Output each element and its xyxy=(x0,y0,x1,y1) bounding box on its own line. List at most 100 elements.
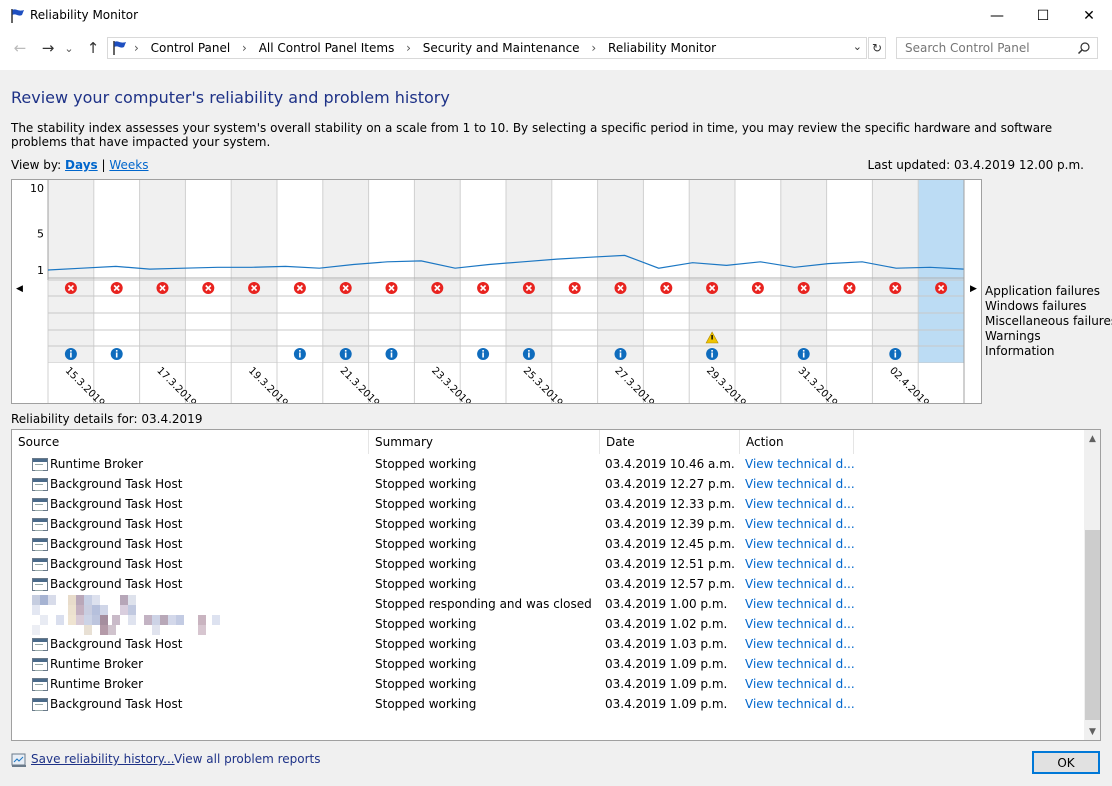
table-row[interactable]: Background Task Host Stopped working 03.4.… xyxy=(12,474,1084,494)
day-column[interactable] xyxy=(643,180,690,363)
table-row[interactable]: Background Task Host Stopped working 03.4.… xyxy=(12,534,1084,554)
refresh-button[interactable]: ↻ xyxy=(868,37,886,59)
day-column[interactable] xyxy=(506,180,552,363)
breadcrumb-reliability-monitor[interactable]: Reliability Monitor xyxy=(608,41,716,55)
scroll-thumb[interactable] xyxy=(1085,530,1100,720)
maximize-button[interactable]: ☐ xyxy=(1020,0,1066,32)
day-column[interactable] xyxy=(93,180,140,363)
view-technical-details-link[interactable]: View technical d... xyxy=(745,534,855,554)
day-column[interactable] xyxy=(780,180,827,363)
row-date: 03.4.2019 1.09 p.m. xyxy=(605,657,728,671)
chart-scroll-right-button[interactable]: ▶ xyxy=(970,284,977,294)
day-column[interactable] xyxy=(414,180,461,363)
day-column[interactable] xyxy=(368,180,415,363)
day-column[interactable] xyxy=(460,180,506,363)
row-date: 03.4.2019 1.09 p.m. xyxy=(605,697,728,711)
view-technical-details-link[interactable]: View technical d... xyxy=(745,514,855,534)
view-days-link[interactable]: Days xyxy=(65,158,98,172)
close-button[interactable]: ✕ xyxy=(1066,0,1112,32)
view-technical-details-link[interactable]: View technical d... xyxy=(745,454,855,474)
table-row[interactable]: Stopped responding and was closed 03.4.20… xyxy=(12,594,1084,614)
day-column[interactable] xyxy=(872,180,919,363)
scroll-down-button[interactable]: ▼ xyxy=(1084,723,1100,740)
view-technical-details-link[interactable]: View technical d... xyxy=(745,554,855,574)
view-technical-details-link[interactable]: View technical d... xyxy=(745,694,855,714)
application-icon xyxy=(32,558,48,571)
day-column[interactable] xyxy=(277,180,323,363)
back-button[interactable]: ← xyxy=(10,38,30,58)
table-row[interactable]: Runtime Broker Stopped working 03.4.2019 1… xyxy=(12,654,1084,674)
legend-information: Information xyxy=(985,344,1055,358)
view-technical-details-link[interactable]: View technical d... xyxy=(745,474,855,494)
view-technical-details-link[interactable]: View technical d... xyxy=(745,494,855,514)
view-weeks-link[interactable]: Weeks xyxy=(109,158,148,172)
save-reliability-history-text[interactable]: Save reliability history... xyxy=(31,752,175,766)
forward-button[interactable]: → xyxy=(38,38,58,58)
view-all-problem-reports-link[interactable]: View all problem reports xyxy=(174,752,321,766)
day-column[interactable] xyxy=(597,180,644,363)
view-by-label: View by: xyxy=(11,158,62,172)
column-summary[interactable]: Summary xyxy=(369,430,600,454)
row-summary: Stopped working xyxy=(375,557,477,571)
table-row[interactable]: Background Task Host Stopped working 03.4.… xyxy=(12,694,1084,714)
row-date: 03.4.2019 12.45 p.m. xyxy=(605,537,735,551)
view-technical-details-link[interactable]: View technical d... xyxy=(745,614,855,634)
stability-chart[interactable]: 10 5 1 15.3.2019 17.3.2019 19.3.2019 21.3.2019… xyxy=(11,179,982,409)
up-button[interactable]: ↑ xyxy=(83,38,103,58)
row-date: 03.4.2019 1.09 p.m. xyxy=(605,677,728,691)
table-row[interactable]: Background Task Host Stopped working 03.4.… xyxy=(12,494,1084,514)
table-row[interactable]: Background Task Host Stopped working 03.4.… xyxy=(12,514,1084,534)
application-icon xyxy=(32,658,48,671)
view-technical-details-link[interactable]: View technical d... xyxy=(745,574,855,594)
breadcrumb-separator[interactable]: › xyxy=(591,41,596,55)
address-dropdown-button[interactable]: ⌄ xyxy=(853,40,862,53)
application-icon xyxy=(32,458,48,471)
table-row[interactable]: Background Task Host Stopped working 03.4.… xyxy=(12,574,1084,594)
chart-scroll-left-button[interactable]: ◀ xyxy=(16,284,23,294)
search-box[interactable] xyxy=(896,37,1098,59)
day-column[interactable] xyxy=(322,180,369,363)
minimize-button[interactable]: — xyxy=(974,0,1020,32)
legend-warnings: Warnings xyxy=(985,329,1041,343)
breadcrumb-control-panel[interactable]: Control Panel xyxy=(151,41,231,55)
stability-chart-svg[interactable]: 105115.3.2019 17.3.2019 19.3.2019 21.3.2019… xyxy=(12,180,981,409)
address-bar[interactable]: › Control Panel › All Control Panel Item… xyxy=(107,37,867,59)
table-row[interactable]: Runtime Broker Stopped working 03.4.2019 1… xyxy=(12,674,1084,694)
breadcrumb-all-items[interactable]: All Control Panel Items xyxy=(259,41,395,55)
breadcrumb-separator[interactable]: › xyxy=(242,41,247,55)
day-column[interactable] xyxy=(826,180,873,363)
save-reliability-history-link[interactable]: Save reliability history... xyxy=(31,752,175,766)
view-technical-details-link[interactable]: View technical d... xyxy=(745,654,855,674)
day-column[interactable] xyxy=(551,180,598,363)
breadcrumb-security-maintenance[interactable]: Security and Maintenance xyxy=(423,41,580,55)
search-icon[interactable] xyxy=(1077,41,1091,55)
row-date: 03.4.2019 12.39 p.m. xyxy=(605,517,735,531)
selected-day-column[interactable] xyxy=(918,180,964,363)
details-scrollbar[interactable]: ▲ ▼ xyxy=(1084,430,1100,740)
breadcrumb-separator[interactable]: › xyxy=(406,41,411,55)
day-column[interactable] xyxy=(185,180,232,363)
table-row[interactable]: Background Task Host Stopped working 03.4.… xyxy=(12,554,1084,574)
page-title: Review your computer's reliability and p… xyxy=(11,88,450,107)
day-column[interactable] xyxy=(231,180,277,363)
table-row[interactable]: Runtime Broker Stopped working 03.4.2019 1… xyxy=(12,454,1084,474)
column-action[interactable]: Action xyxy=(740,430,854,454)
day-column[interactable] xyxy=(735,180,781,363)
view-all-problem-reports-text[interactable]: View all problem reports xyxy=(174,752,321,766)
table-row[interactable]: Background Task Host Stopped working 03.4.… xyxy=(12,634,1084,654)
day-column[interactable] xyxy=(139,180,186,363)
row-source: Background Task Host xyxy=(50,637,183,651)
column-source[interactable]: Source xyxy=(12,430,369,454)
application-icon xyxy=(32,678,48,691)
view-technical-details-link[interactable]: View technical d... xyxy=(745,594,855,614)
ok-button[interactable]: OK xyxy=(1032,751,1100,774)
application-icon xyxy=(32,518,48,531)
day-column[interactable] xyxy=(48,180,94,363)
search-input[interactable] xyxy=(897,38,1067,58)
scroll-up-button[interactable]: ▲ xyxy=(1084,430,1100,447)
view-technical-details-link[interactable]: View technical d... xyxy=(745,674,855,694)
information-icon-mark xyxy=(70,352,72,358)
information-icon-dot xyxy=(299,350,301,352)
view-technical-details-link[interactable]: View technical d... xyxy=(745,634,855,654)
recent-locations-button[interactable]: ⌄ xyxy=(63,38,75,58)
